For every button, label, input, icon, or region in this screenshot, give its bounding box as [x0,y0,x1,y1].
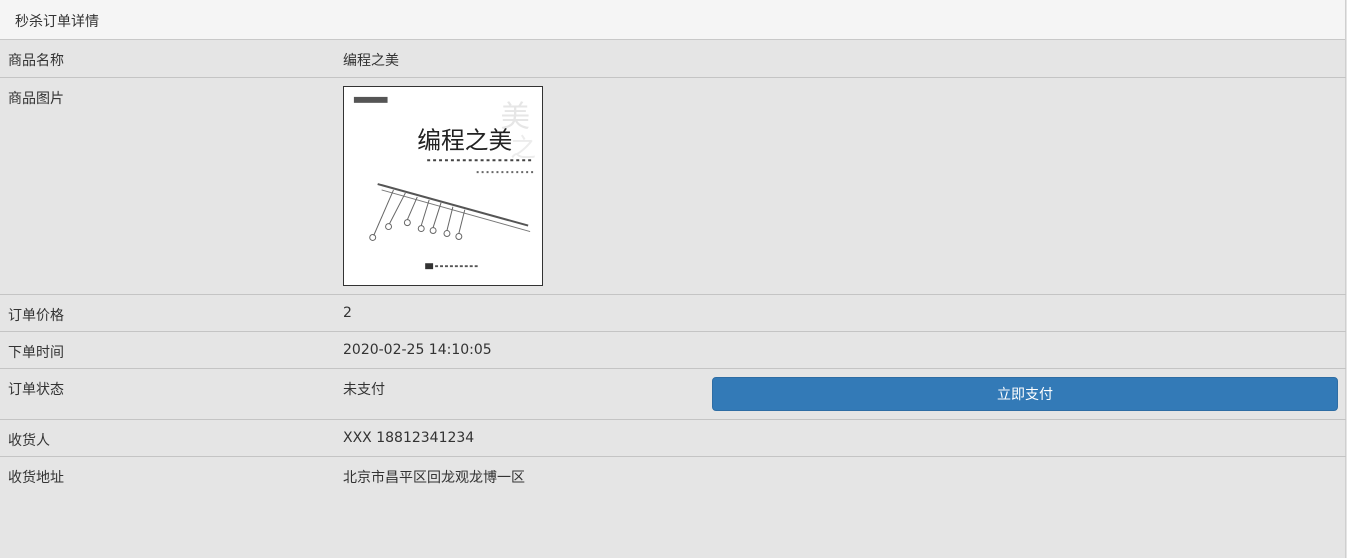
row-create-time: 下单时间 2020-02-25 14:10:05 [0,331,1346,369]
order-price-label: 订单价格 [0,294,335,332]
create-time-label: 下单时间 [0,331,335,369]
row-address: 收货地址 北京市昌平区回龙观龙博一区 [0,456,1346,557]
goods-image-label: 商品图片 [0,77,335,295]
order-price-value: 2 [335,294,1346,332]
row-goods-name: 商品名称 编程之美 [0,40,1346,78]
book-cover-image: 美 之 编程之美 [343,85,543,286]
address-value: 北京市昌平区回龙观龙博一区 [343,469,525,486]
goods-name-label: 商品名称 [0,40,335,78]
row-receiver: 收货人 XXX 18812341234 [0,419,1346,457]
receiver-label: 收货人 [0,419,335,457]
panel-title: 秒杀订单详情 [0,0,1345,40]
goods-name-value: 编程之美 [335,40,1346,78]
create-time-value: 2020-02-25 14:10:05 [335,331,1346,369]
book-cover-title: 编程之美 [417,126,512,154]
address-label: 收货地址 [8,469,64,486]
order-status-value: 未支付 [335,368,704,420]
order-detail-table: 商品名称 编程之美 商品图片 美 之 编程之美 订单价格 2 下单时间 2020… [0,40,1346,557]
svg-text:之: 之 [510,133,536,163]
row-order-status: 订单状态 未支付 立即支付 [0,368,1346,420]
order-status-label: 订单状态 [0,368,335,420]
row-goods-image: 商品图片 美 之 编程之美 [0,77,1346,295]
pay-now-button[interactable]: 立即支付 [712,376,1338,411]
row-order-price: 订单价格 2 [0,294,1346,332]
receiver-value: XXX 18812341234 [335,419,1346,457]
order-detail-panel: 秒杀订单详情 商品名称 编程之美 商品图片 美 之 编程之美 订单价格 2 下单… [0,0,1346,558]
